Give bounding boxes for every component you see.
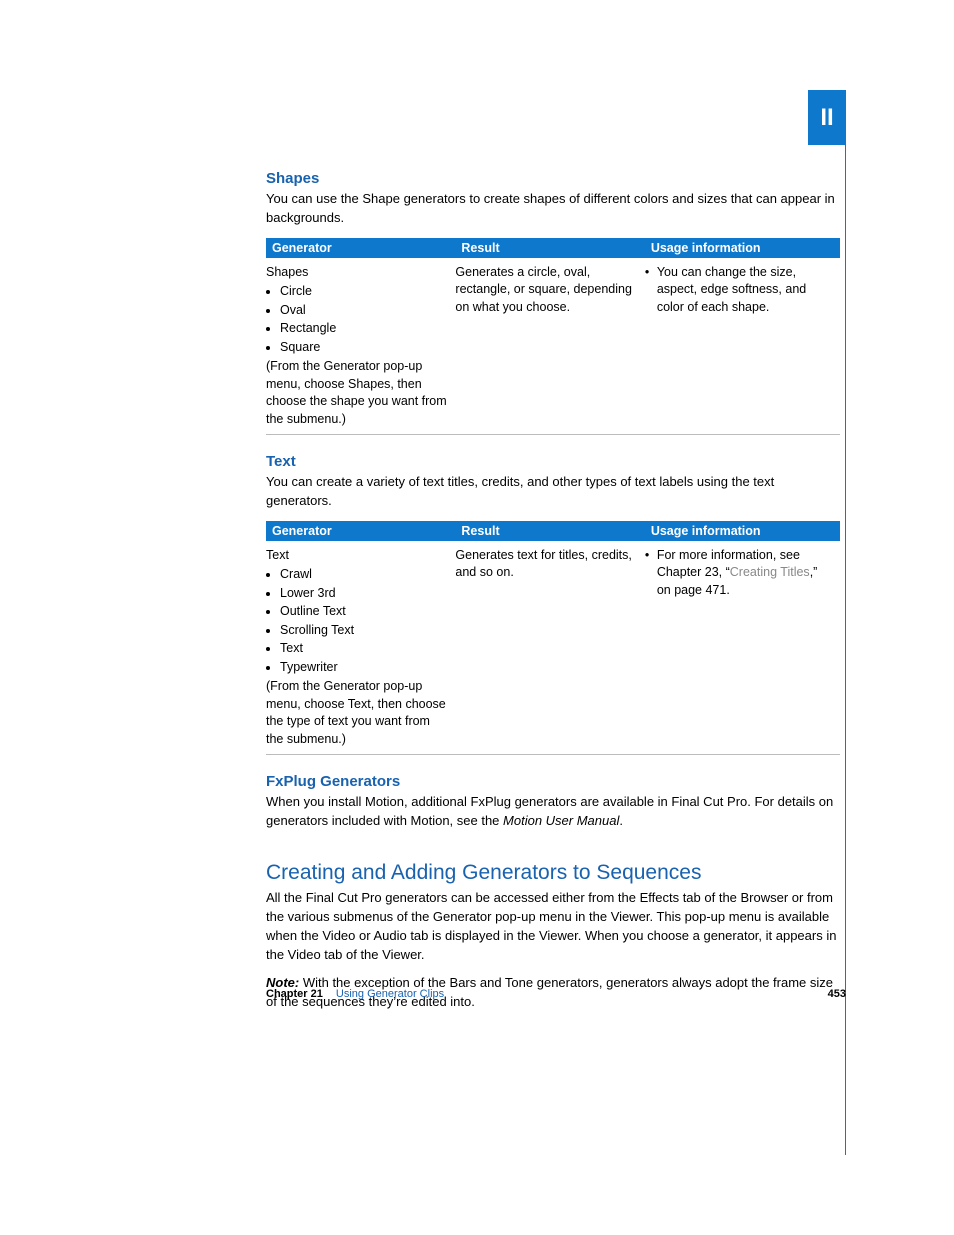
th-usage: Usage information xyxy=(645,238,840,258)
list-item: Outline Text xyxy=(280,603,449,621)
list-item: Oval xyxy=(280,302,449,320)
list-item: Rectangle xyxy=(280,320,449,338)
table-shapes: Generator Result Usage information Shape… xyxy=(266,238,840,436)
heading-fxplug: FxPlug Generators xyxy=(266,773,840,790)
creating-p1: All the Final Cut Pro generators can be … xyxy=(266,889,840,964)
intro-shapes: You can use the Shape generators to crea… xyxy=(266,190,840,228)
td-result: Generates a circle, oval, rectangle, or … xyxy=(455,258,644,435)
footer-left: Chapter 21 Using Generator Clips xyxy=(266,988,444,1000)
td-usage: You can change the size, aspect, edge so… xyxy=(645,258,840,435)
page: II Shapes You can use the Shape generato… xyxy=(0,0,954,1100)
list-item: Circle xyxy=(280,283,449,301)
generator-note: (From the Generator pop-up menu, choose … xyxy=(266,359,447,426)
list-item: Text xyxy=(280,640,449,658)
generator-title: Shapes xyxy=(266,265,308,279)
xref-link[interactable]: Creating Titles xyxy=(730,565,810,579)
td-generator: Text Crawl Lower 3rd Outline Text Scroll… xyxy=(266,541,455,755)
th-result: Result xyxy=(455,521,644,541)
list-item: Crawl xyxy=(280,566,449,584)
td-result: Generates text for titles, credits, and … xyxy=(455,541,644,755)
th-generator: Generator xyxy=(266,238,455,258)
fxplug-post: . xyxy=(619,813,623,828)
side-rule xyxy=(845,145,846,1155)
list-item: Square xyxy=(280,339,449,357)
th-generator: Generator xyxy=(266,521,455,541)
heading-creating: Creating and Adding Generators to Sequen… xyxy=(266,861,840,885)
usage-item: You can change the size, aspect, edge so… xyxy=(645,264,834,317)
generator-list: Circle Oval Rectangle Square xyxy=(266,283,449,356)
intro-fxplug: When you install Motion, additional FxPl… xyxy=(266,793,840,831)
td-usage: For more information, see Chapter 23, “C… xyxy=(645,541,840,755)
usage-item: For more information, see Chapter 23, “C… xyxy=(645,547,834,600)
heading-shapes: Shapes xyxy=(266,170,840,187)
part-tab: II xyxy=(808,90,846,145)
th-result: Result xyxy=(455,238,644,258)
intro-text: You can create a variety of text titles,… xyxy=(266,473,840,511)
table-row: Shapes Circle Oval Rectangle Square (Fro… xyxy=(266,258,840,435)
heading-text: Text xyxy=(266,453,840,470)
th-usage: Usage information xyxy=(645,521,840,541)
list-item: Scrolling Text xyxy=(280,622,449,640)
generator-note: (From the Generator pop-up menu, choose … xyxy=(266,679,446,746)
list-item: Lower 3rd xyxy=(280,585,449,603)
footer-chapter-label: Chapter 21 xyxy=(266,988,323,1000)
generator-list: Crawl Lower 3rd Outline Text Scrolling T… xyxy=(266,566,449,676)
table-text: Generator Result Usage information Text … xyxy=(266,521,840,756)
footer-chapter-name: Using Generator Clips xyxy=(336,988,444,1000)
td-generator: Shapes Circle Oval Rectangle Square (Fro… xyxy=(266,258,455,435)
footer-page-number: 453 xyxy=(828,988,846,1000)
fxplug-em: Motion User Manual xyxy=(503,813,619,828)
generator-title: Text xyxy=(266,548,289,562)
page-content: Shapes You can use the Shape generators … xyxy=(266,170,840,1012)
table-row: Text Crawl Lower 3rd Outline Text Scroll… xyxy=(266,541,840,755)
page-footer: Chapter 21 Using Generator Clips 453 xyxy=(266,988,846,1000)
list-item: Typewriter xyxy=(280,659,449,677)
